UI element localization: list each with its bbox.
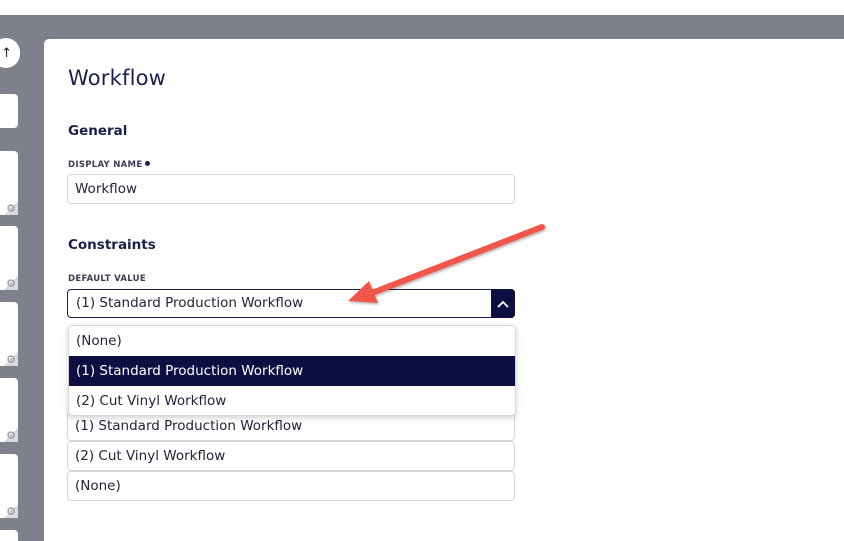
arrow-shape [348, 224, 545, 303]
annotation-arrow [348, 224, 545, 303]
